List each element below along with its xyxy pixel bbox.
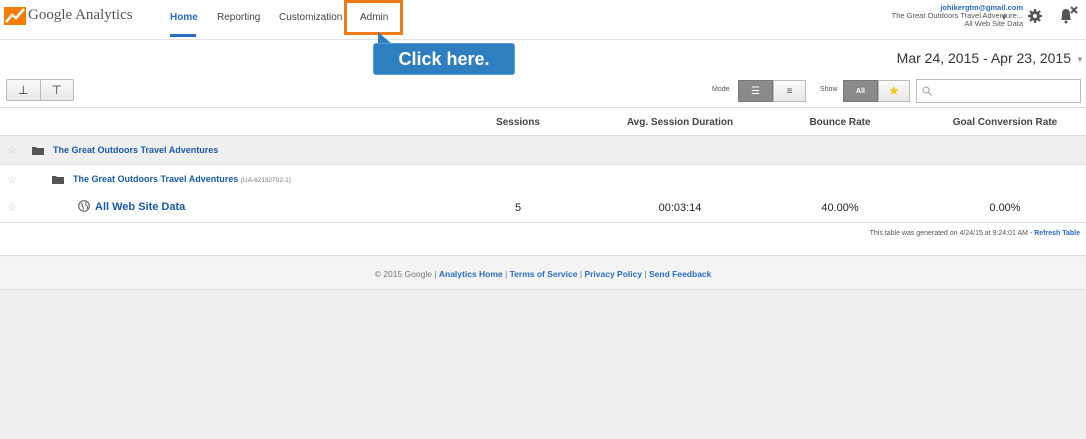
search-icon xyxy=(922,86,932,96)
top-bar: Google Analytics Home Reporting Customiz… xyxy=(0,0,1086,40)
analytics-home-link[interactable]: Analytics Home xyxy=(439,269,503,279)
date-range-bar: Mar 24, 2015 - Apr 23, 2015 ▼ xyxy=(0,40,1086,77)
account-dropdown-icon[interactable]: ▼ xyxy=(1000,13,1008,22)
table-toolbar: ⊥ ⊤ Mode ☰ ≡ Show All ★ xyxy=(0,77,1086,107)
send-feedback-link[interactable]: Send Feedback xyxy=(649,269,711,279)
privacy-policy-link[interactable]: Privacy Policy xyxy=(584,269,642,279)
avg-duration-value: 00:03:14 xyxy=(658,202,702,214)
table-row: ☆ The Great Outdoors Travel Adventures xyxy=(0,136,1086,165)
notification-bell-icon[interactable] xyxy=(1058,6,1078,24)
column-header: Avg. Session Duration xyxy=(626,117,734,128)
gear-icon[interactable] xyxy=(1028,9,1042,23)
column-header: Goal Conversion Rate xyxy=(952,117,1058,128)
folder-icon xyxy=(32,147,44,155)
search-input[interactable] xyxy=(916,79,1081,103)
admin-highlight-box xyxy=(344,0,403,35)
globe-icon xyxy=(78,200,90,212)
list-mode-icon[interactable]: ≡ xyxy=(773,80,806,102)
table-row: ☆ All Web Site Data 5 00:03:14 40.00% 0.… xyxy=(0,193,1086,223)
separator: | xyxy=(502,269,510,279)
property-link[interactable]: The Great Outdoors Travel Adventures (UA… xyxy=(73,174,291,184)
star-icon[interactable]: ☆ xyxy=(7,144,17,157)
table-row: ☆ The Great Outdoors Travel Adventures (… xyxy=(0,165,1086,194)
date-range-picker[interactable]: Mar 24, 2015 - Apr 23, 2015 xyxy=(897,50,1071,66)
logo-text[interactable]: Google Analytics xyxy=(28,7,133,24)
table-generated-note: This table was generated on 4/24/15 at 9… xyxy=(0,223,1086,256)
show-all-button[interactable]: All xyxy=(843,80,878,102)
property-id: (UA-62192702-1) xyxy=(240,177,291,184)
star-icon[interactable]: ☆ xyxy=(7,201,17,214)
nav-reporting[interactable]: Reporting xyxy=(217,12,260,23)
nav-customization[interactable]: Customization xyxy=(279,12,342,23)
folder-icon xyxy=(52,176,64,184)
date-dropdown-icon[interactable]: ▼ xyxy=(1076,55,1084,64)
column-header: Bounce Rate xyxy=(809,117,871,128)
show-label: Show xyxy=(820,86,838,93)
collapse-all-icon[interactable]: ⊤ xyxy=(39,80,74,100)
analytics-logo-icon[interactable] xyxy=(4,5,26,27)
goal-conversion-value: 0.00% xyxy=(989,202,1021,214)
table-header: Sessions Avg. Session Duration Bounce Ra… xyxy=(0,107,1086,136)
view-link[interactable]: All Web Site Data xyxy=(95,201,185,213)
expand-all-icon[interactable]: ⊥ xyxy=(7,80,40,100)
property-label: The Great Outdoors Travel Adventures xyxy=(73,174,239,184)
separator: | xyxy=(642,269,650,279)
terms-of-service-link[interactable]: Terms of Service xyxy=(510,269,578,279)
expand-collapse-group: ⊥ ⊤ xyxy=(6,79,74,101)
bounce-rate-value: 40.00% xyxy=(821,202,859,214)
mode-label: Mode xyxy=(712,86,730,93)
refresh-table-link[interactable]: Refresh Table xyxy=(1034,230,1080,237)
hierarchy-mode-icon[interactable]: ☰ xyxy=(738,80,773,102)
nav-home-active-indicator xyxy=(170,34,196,37)
click-here-callout: Click here. xyxy=(373,43,515,75)
sessions-value: 5 xyxy=(514,202,522,214)
column-header: Sessions xyxy=(496,117,540,128)
generated-text: This table was generated on 4/24/15 at 9… xyxy=(869,230,1035,237)
star-icon[interactable]: ☆ xyxy=(7,173,17,186)
account-link[interactable]: The Great Outdoors Travel Adventures xyxy=(53,145,218,155)
copyright-text: © 2015 Google | xyxy=(374,269,439,279)
show-starred-star-icon[interactable]: ★ xyxy=(878,80,910,102)
nav-home[interactable]: Home xyxy=(170,12,198,23)
page-footer: © 2015 Google | Analytics Home | Terms o… xyxy=(0,257,1086,290)
